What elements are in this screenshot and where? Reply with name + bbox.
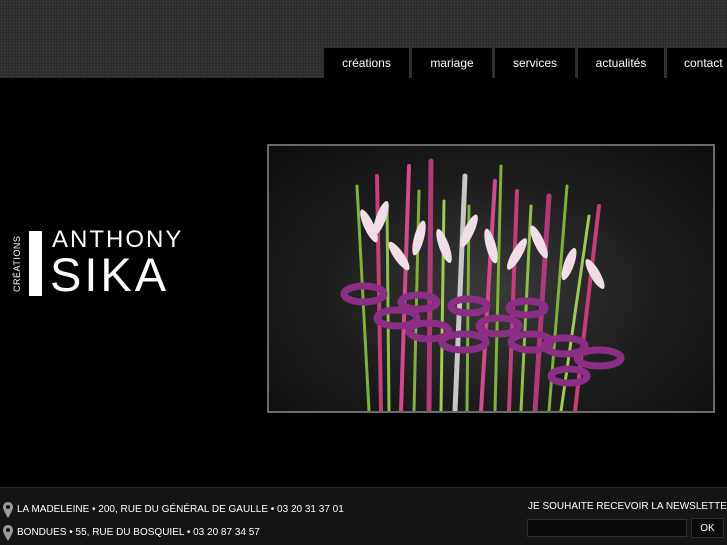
floral-arrangement-illustration	[340, 158, 625, 411]
nav-item-creations[interactable]: créations	[324, 48, 409, 78]
logo-last-name: SIKA	[50, 248, 170, 301]
logo-bar	[29, 231, 42, 296]
brand-logo[interactable]: CRÉATIONS ANTHONY SIKA	[12, 226, 232, 301]
nav-item-actualites[interactable]: actualités	[578, 48, 664, 78]
newsletter-email-input[interactable]	[527, 519, 687, 537]
address-text: BONDUES • 55, RUE DU BOSQUIEL • 03 20 87…	[17, 527, 260, 538]
logo-creations-text: CRÉATIONS	[12, 235, 22, 293]
stems	[355, 158, 601, 411]
hero-image	[267, 144, 715, 413]
nav-item-contact[interactable]: contact	[667, 48, 727, 78]
address-text: LA MADELEINE • 200, RUE DU GÉNÉRAL DE GA…	[17, 504, 344, 515]
newsletter-ok-button[interactable]: OK	[691, 518, 724, 538]
main-nav: créations mariage services actualités co…	[0, 48, 727, 78]
nav-item-mariage[interactable]: mariage	[412, 48, 492, 78]
location-pin-icon	[3, 502, 13, 518]
location-pin-icon	[3, 525, 13, 541]
newsletter-label: JE SOUHAITE RECEVOIR LA NEWSLETTER	[528, 501, 727, 512]
nav-item-services[interactable]: services	[495, 48, 575, 78]
lily-flowers	[360, 200, 605, 289]
footer: LA MADELEINE • 200, RUE DU GÉNÉRAL DE GA…	[0, 487, 727, 545]
